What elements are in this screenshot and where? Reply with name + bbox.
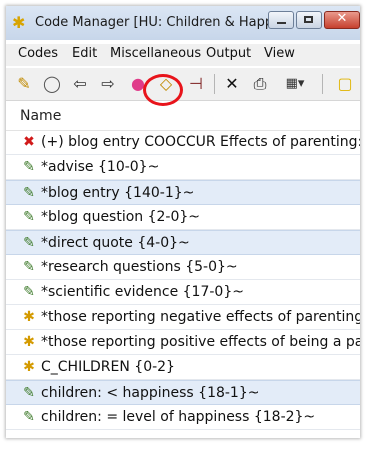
code-quote-icon: ✎ xyxy=(23,409,35,425)
list-item-label: *advise {10-0}~ xyxy=(41,159,160,175)
code-quote-icon: ✎ xyxy=(23,235,35,251)
extra-icon[interactable]: ▢ xyxy=(334,74,356,94)
list-item[interactable]: ✱ C_CHILDREN {0-2} xyxy=(6,355,360,380)
column-header-name[interactable]: Name xyxy=(6,104,360,131)
list-item-label: *those reporting negative effects of par… xyxy=(41,309,360,325)
list-item-label: *blog question {2-0}~ xyxy=(41,209,201,225)
view-dropdown-icon[interactable]: ▦▾ xyxy=(278,74,312,94)
code-quote-icon: ✎ xyxy=(23,209,35,225)
forward-arrow-icon[interactable]: ⇨ xyxy=(98,74,118,94)
menu-bar: Codes Edit Miscellaneous Output View xyxy=(6,44,360,66)
list-item[interactable]: ✎ *scientific evidence {17-0}~ xyxy=(6,280,360,305)
delete-icon[interactable]: ✕ xyxy=(222,74,242,94)
export-icon[interactable]: ⊣ xyxy=(186,74,206,94)
menu-edit[interactable]: Edit xyxy=(72,46,97,61)
menu-miscellaneous[interactable]: Miscellaneous xyxy=(110,46,201,61)
toolbar: ✎ ◯ ⇦ ⇨ ● ◇ ⊣ ✕ ⎙ ▦▾ ▢ xyxy=(6,68,360,101)
list-item-label: *blog entry {140-1}~ xyxy=(41,185,195,201)
close-icon: ✕ xyxy=(336,11,348,26)
code-quote-icon: ✎ xyxy=(23,159,35,175)
menu-output[interactable]: Output xyxy=(206,46,251,61)
window-title: Code Manager [HU: Children & Happ... xyxy=(35,15,286,30)
list-item-label: C_CHILDREN {0-2} xyxy=(41,359,175,375)
column-header-label: Name xyxy=(20,108,62,124)
list-item[interactable]: ✎ *blog entry {140-1}~ xyxy=(6,180,360,205)
list-item[interactable]: ✎ *direct quote {4-0}~ xyxy=(6,230,360,255)
code-star-icon: ✱ xyxy=(12,13,26,32)
list-item[interactable]: ✎ *blog question {2-0}~ xyxy=(6,205,360,230)
list-item-label: (+) blog entry COOCCUR Effects of parent… xyxy=(41,134,360,150)
menu-view[interactable]: View xyxy=(264,46,295,61)
list-item-label: *scientific evidence {17-0}~ xyxy=(41,284,244,300)
list-item-label: children: < happiness {18-1}~ xyxy=(41,385,260,401)
cooccur-code-icon: ✖ xyxy=(23,134,35,150)
list-item[interactable]: ✱ *those reporting positive effects of be… xyxy=(6,330,360,355)
list-item[interactable]: ✱ *those reporting negative effects of pa… xyxy=(6,305,360,330)
close-button[interactable]: ✕ xyxy=(324,11,360,29)
code-quote-icon: ✎ xyxy=(23,185,35,201)
code-quote-icon: ✎ xyxy=(23,259,35,275)
back-arrow-icon[interactable]: ⇦ xyxy=(70,74,90,94)
code-star-icon: ✱ xyxy=(23,359,35,375)
list-item[interactable]: ✎ children: < happiness {18-1}~ xyxy=(6,380,360,405)
list-item[interactable]: ✖ (+) blog entry COOCCUR Effects of paren… xyxy=(6,130,360,155)
list-item-label: *research questions {5-0}~ xyxy=(41,259,238,275)
minimize-icon xyxy=(277,22,286,24)
code-quote-icon: ✎ xyxy=(23,284,35,300)
comment-icon[interactable]: ◯ xyxy=(42,74,62,94)
list-item[interactable]: ✎ *advise {10-0}~ xyxy=(6,155,360,180)
code-star-icon: ✱ xyxy=(23,309,35,325)
code-manager-window: ✱ Code Manager [HU: Children & Happ... ✕… xyxy=(6,6,360,438)
maximize-button[interactable] xyxy=(296,11,322,29)
new-code-icon[interactable]: ✎ xyxy=(14,74,34,94)
list-item[interactable]: ✎ *research questions {5-0}~ xyxy=(6,255,360,280)
maximize-icon xyxy=(304,16,313,23)
print-icon[interactable]: ⎙ xyxy=(250,74,270,94)
menu-codes[interactable]: Codes xyxy=(18,46,58,61)
list-item-label: *those reporting positive effects of bei… xyxy=(41,334,360,350)
toolbar-separator xyxy=(322,74,323,94)
title-bar[interactable]: ✱ Code Manager [HU: Children & Happ... ✕ xyxy=(6,6,360,40)
list-item-label: children: = level of happiness {18-2}~ xyxy=(41,409,316,425)
toolbar-separator xyxy=(214,74,215,94)
code-quote-icon: ✎ xyxy=(23,385,35,401)
highlight-circle xyxy=(143,74,183,106)
list-item-label: *direct quote {4-0}~ xyxy=(41,235,190,251)
minimize-button[interactable] xyxy=(268,11,294,29)
list-item[interactable]: ✎ children: = level of happiness {18-2}~ xyxy=(6,405,360,430)
code-star-icon: ✱ xyxy=(23,334,35,350)
